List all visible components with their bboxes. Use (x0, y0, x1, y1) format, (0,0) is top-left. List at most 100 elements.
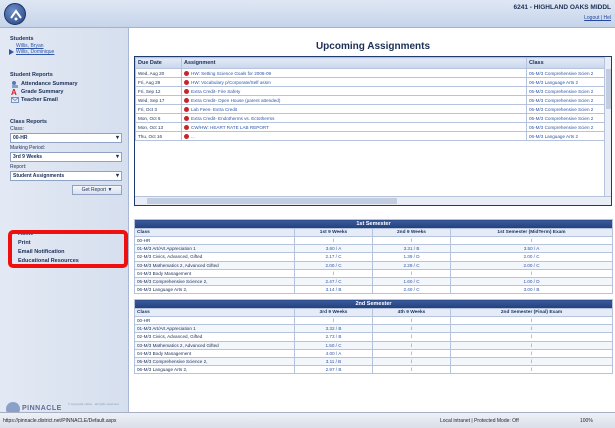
teacher-email-icon (11, 96, 19, 104)
assignment-title[interactable]: CW/HW: HEART RATE LAB REPORT (191, 125, 269, 130)
zoom-level[interactable]: 100% (580, 418, 593, 424)
assignment-title[interactable]: Extra Credit- Endotherms vs. Ectotherms (191, 116, 274, 121)
exam-grade-cell[interactable]: 2.00 / C (450, 260, 613, 270)
grade-cell[interactable]: / (372, 340, 451, 350)
exam-grade-cell[interactable]: 3.50 / A (450, 244, 613, 254)
logout-help-links[interactable]: Logout | Hel (584, 15, 611, 21)
page-title: Upcoming Assignments (315, 41, 431, 52)
assignment-cell[interactable]: CW/HW: HEART RATE LAB REPORT (181, 122, 527, 132)
grade-cell[interactable]: 2.47 / C (294, 276, 373, 287)
exam-grade-cell[interactable]: / (450, 235, 613, 246)
grade-cell[interactable]: 1.60 / C (372, 276, 451, 287)
grade-cell[interactable]: / (372, 332, 451, 342)
grade-cell[interactable]: / (372, 268, 451, 278)
assignment-row[interactable]: Wed, Aug 20 HW: Setting Science Goals for… (135, 68, 607, 78)
due-date-cell: Fri, Aug 29 (135, 77, 182, 87)
grade-cell[interactable]: 1.50 / C (294, 340, 373, 350)
student-link-dominique[interactable]: Willis, Dominique (16, 49, 54, 55)
exam-grade-cell[interactable]: / (449, 332, 614, 342)
grade-cell[interactable]: 1.39 / D (372, 252, 451, 262)
report-label: Report: (10, 164, 27, 170)
app-logo-icon[interactable] (4, 3, 26, 25)
col-class[interactable]: Class (526, 57, 607, 69)
grade-cell[interactable]: / (294, 268, 373, 278)
alert-dot-icon (184, 97, 189, 103)
grade-cell[interactable]: 2.17 / C (294, 252, 373, 262)
grade-cell[interactable]: 3.14 / B (294, 285, 373, 295)
assignment-cell[interactable]: HW: Setting Science Goals for 2008-09 (181, 68, 527, 78)
grade-cell[interactable]: 3.60 / A (294, 244, 373, 254)
assignment-cell[interactable]: HW: Vocabulary p/Corporate/Self assm (181, 77, 527, 87)
grade-cell[interactable]: 2.40 / C (372, 285, 451, 295)
due-date-cell: Wed, Aug 20 (135, 68, 182, 78)
vertical-scrollbar[interactable] (604, 57, 611, 197)
col-due-date[interactable]: Due Date (135, 57, 182, 69)
attendance-icon (11, 80, 19, 88)
grade-cell[interactable]: / (294, 235, 373, 246)
marking-period-select[interactable]: 3rd 9 Weeks (10, 152, 122, 162)
class-name-cell: 00-HR (134, 315, 295, 326)
grade-cell[interactable]: / (294, 315, 373, 326)
assignment-row[interactable]: Mon, Oct 6 Extra Credit- Endotherms vs. E… (135, 113, 607, 123)
exam-grade-cell[interactable]: / (449, 340, 614, 350)
exam-grade-cell[interactable]: 1.00 / D (450, 276, 613, 287)
grade-cell[interactable]: 2.00 / C (294, 260, 373, 270)
class-cell: 06-M/3 Language Arts 2 (526, 131, 607, 141)
grade-cell[interactable]: / (372, 348, 451, 358)
assignment-title[interactable]: HW: Vocabulary p/Corporate/Self assm (191, 80, 271, 85)
attendance-summary-link[interactable]: Attendance Summary (21, 81, 78, 87)
grade-ribbon-icon: A (11, 88, 19, 97)
scroll-thumb[interactable] (606, 69, 611, 109)
alert-dot-icon (184, 70, 189, 76)
assignment-title[interactable]: Extra Credit- Open House (parent attende… (191, 98, 280, 103)
grade-cell[interactable]: 3.11 / B (294, 356, 373, 367)
grade-cell[interactable]: 2.29 / C (372, 260, 451, 270)
horizontal-scrollbar[interactable] (135, 196, 611, 205)
exam-grade-cell[interactable]: / (449, 356, 614, 367)
grade-cell[interactable]: / (372, 356, 451, 367)
grade-cell[interactable]: / (372, 235, 451, 246)
assignment-title[interactable]: Lab Fees- Extra Credit (191, 107, 237, 112)
exam-grade-cell[interactable]: / (449, 315, 614, 326)
assignment-title[interactable]: Extra Credit- Fire Safety (191, 89, 240, 94)
exam-grade-cell[interactable]: 3.00 / B (450, 285, 613, 295)
grade-cell[interactable]: / (372, 315, 451, 326)
grade-summary-link[interactable]: Grade Summary (21, 89, 64, 95)
grade-row: 06-M/3 Language Arts 2, 2.97 / B / / (134, 365, 614, 375)
class-select[interactable]: 00-HR (10, 133, 122, 143)
assignment-cell[interactable]: ... (181, 131, 527, 141)
grade-cell[interactable]: 4.00 / A (294, 348, 373, 358)
hscroll-thumb[interactable] (147, 198, 397, 204)
assignment-row[interactable]: Fri, Oct 3 Lab Fees- Extra Credit 05-M/3 C… (135, 104, 607, 114)
assignment-cell[interactable]: Lab Fees- Extra Credit (181, 104, 527, 114)
grade-cell[interactable]: / (372, 365, 451, 375)
alert-dot-icon (184, 88, 189, 94)
grade-cell[interactable]: 2.73 / B (294, 332, 373, 342)
assignment-title[interactable]: HW: Setting Science Goals for 2008-09 (191, 71, 271, 76)
assignment-cell[interactable]: Extra Credit- Fire Safety (181, 86, 527, 96)
grade-cell[interactable]: / (372, 324, 451, 334)
grade-cell[interactable]: 3.31 / B (372, 244, 451, 254)
teacher-email-link[interactable]: Teacher Email (21, 97, 58, 103)
assignment-row[interactable]: Wed, Sep 17 Extra Credit- Open House (par… (135, 95, 607, 105)
assignment-title[interactable]: ... (191, 134, 195, 139)
exam-grade-cell[interactable]: 2.00 / C (450, 252, 613, 262)
exam-grade-cell[interactable]: / (449, 365, 614, 375)
assignment-cell[interactable]: Extra Credit- Endotherms vs. Ectotherms (181, 113, 527, 123)
s2-col-exam: 2nd Semester (Final) Exam (449, 308, 614, 317)
exam-grade-cell[interactable]: / (449, 324, 614, 334)
grade-cell[interactable]: 3.32 / B (294, 324, 373, 334)
report-select[interactable]: Student Assignments (10, 171, 122, 181)
assignment-cell[interactable]: Extra Credit- Open House (parent attende… (181, 95, 527, 105)
grade-cell[interactable]: 2.97 / B (294, 365, 373, 375)
class-name-cell: 01-M/3 Art/Art Appreciation 1 (134, 324, 295, 334)
get-report-button[interactable]: Get Report ▼ (72, 185, 122, 195)
assignment-row[interactable]: Mon, Oct 13 CW/HW: HEART RATE LAB REPORT 0… (135, 122, 607, 132)
assignment-row[interactable]: Fri, Aug 29 HW: Vocabulary p/Corporate/Se… (135, 77, 607, 87)
get-report-label: Get Report (81, 187, 107, 193)
exam-grade-cell[interactable]: / (449, 348, 614, 358)
exam-grade-cell[interactable]: / (450, 268, 613, 278)
assignment-row[interactable]: Fri, Sep 12 Extra Credit- Fire Safety 05-M… (135, 86, 607, 96)
assignment-row[interactable]: Thu, Oct 16... 06-M/3 Language Arts 2 (135, 131, 607, 141)
col-assignment[interactable]: Assignment (181, 57, 527, 69)
